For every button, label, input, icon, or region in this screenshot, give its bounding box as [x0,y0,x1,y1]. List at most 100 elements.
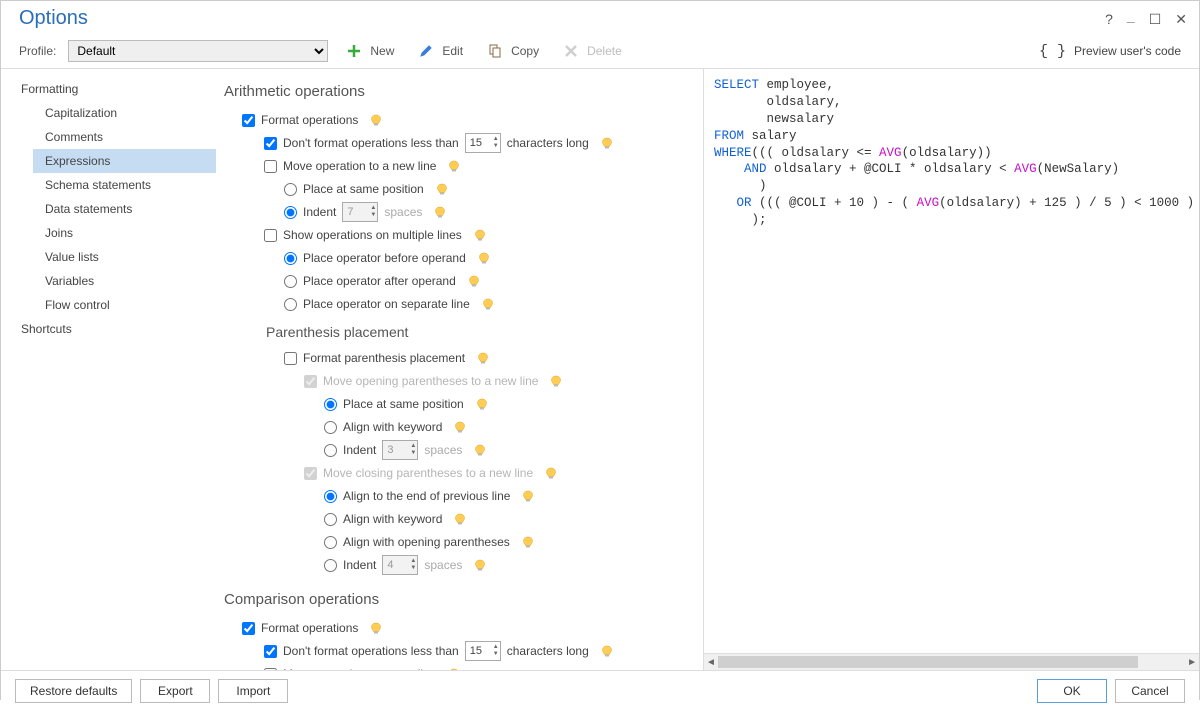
dont-format-checkbox[interactable] [264,137,277,150]
tree-item-schema-statements[interactable]: Schema statements [33,173,216,197]
comp-move-newline-label: Move operation to a new line [283,667,436,670]
ok-button[interactable]: OK [1037,679,1107,703]
bulb-icon[interactable] [454,513,466,525]
comp-dont-format-input[interactable]: 15▲▼ [465,641,501,661]
restore-defaults-button[interactable]: Restore defaults [15,679,132,703]
indent-value-input[interactable]: 7▲▼ [342,202,378,222]
footer: Restore defaults Export Import OK Cancel [1,670,1199,710]
copy-button[interactable]: Copy [481,41,545,61]
delete-button: Delete [557,41,628,61]
p-same-radio[interactable] [324,398,337,411]
c-alignkw-radio[interactable] [324,513,337,526]
bulb-icon[interactable] [550,375,562,387]
p-alignkw-radio[interactable] [324,421,337,434]
op-before-label: Place operator before operand [303,251,466,265]
horizontal-scrollbar[interactable]: ◄ ► [704,653,1199,670]
tree-item-data-statements[interactable]: Data statements [33,197,216,221]
code-preview: SELECT employee, oldsalary, newsalary FR… [704,69,1199,653]
pencil-icon [418,43,434,59]
indent-radio[interactable] [284,206,297,219]
new-button[interactable]: New [340,41,400,61]
bulb-icon[interactable] [476,398,488,410]
format-paren-label: Format parenthesis placement [303,351,465,365]
bulb-icon[interactable] [522,490,534,502]
scroll-left-icon[interactable]: ◄ [706,657,716,668]
op-after-radio[interactable] [284,275,297,288]
c-indent-input[interactable]: 4▲▼ [382,555,418,575]
delete-icon [563,43,579,59]
comp-format-checkbox[interactable] [242,622,255,635]
move-newline-checkbox[interactable] [264,160,277,173]
op-sep-label: Place operator on separate line [303,297,470,311]
dont-format-value-input[interactable]: 15▲▼ [465,133,501,153]
edit-label: Edit [442,44,463,58]
tree-shortcuts[interactable]: Shortcuts [9,317,216,341]
spaces-label: spaces [424,443,462,457]
bulb-icon[interactable] [482,298,494,310]
bulb-icon[interactable] [448,668,460,670]
preview-users-code-button[interactable]: { } Preview user's code [1039,43,1181,60]
delete-label: Delete [587,44,622,58]
bulb-icon[interactable] [474,229,486,241]
titlebar: Options ? _ ☐ ✕ [1,1,1199,30]
p-indent-input[interactable]: 3▲▼ [382,440,418,460]
maximize-icon[interactable]: ☐ [1149,12,1162,26]
bulb-icon[interactable] [478,252,490,264]
show-multi-label: Show operations on multiple lines [283,228,462,242]
c-alignopen-radio[interactable] [324,536,337,549]
p-same-label: Place at same position [343,397,464,411]
comp-dont-format-label: Don't format operations less than [283,644,459,658]
c-indent-radio[interactable] [324,559,337,572]
format-paren-checkbox[interactable] [284,352,297,365]
tree-item-variables[interactable]: Variables [33,269,216,293]
bulb-icon[interactable] [370,114,382,126]
place-same-radio[interactable] [284,183,297,196]
op-before-radio[interactable] [284,252,297,265]
bulb-icon[interactable] [448,160,460,172]
bulb-icon[interactable] [468,275,480,287]
help-icon[interactable]: ? [1105,12,1113,26]
profile-select[interactable]: Default [68,40,328,62]
c-alignend-radio[interactable] [324,490,337,503]
dont-format-label: Don't format operations less than [283,136,459,150]
tree-item-value-lists[interactable]: Value lists [33,245,216,269]
bulb-icon[interactable] [601,137,613,149]
tree-formatting[interactable]: Formatting [9,77,216,101]
section-comparison: Comparison operations [224,591,679,608]
bulb-icon[interactable] [474,444,486,456]
minimize-icon[interactable]: _ [1127,9,1135,23]
move-close-checkbox [304,467,317,480]
move-newline-label: Move operation to a new line [283,159,436,173]
tree-item-comments[interactable]: Comments [33,125,216,149]
bulb-icon[interactable] [545,467,557,479]
close-icon[interactable]: ✕ [1175,12,1187,26]
move-close-label: Move closing parentheses to a new line [323,466,533,480]
comp-move-newline-checkbox[interactable] [264,668,277,671]
tree-item-expressions[interactable]: Expressions [33,149,216,173]
spaces-label: spaces [424,558,462,572]
tree-item-joins[interactable]: Joins [33,221,216,245]
comp-dont-format-checkbox[interactable] [264,645,277,658]
scroll-right-icon[interactable]: ► [1187,657,1197,668]
bulb-icon[interactable] [434,206,446,218]
bulb-icon[interactable] [370,622,382,634]
format-ops-checkbox[interactable] [242,114,255,127]
bulb-icon[interactable] [454,421,466,433]
bulb-icon[interactable] [601,645,613,657]
tree-item-capitalization[interactable]: Capitalization [33,101,216,125]
tree-item-flow-control[interactable]: Flow control [33,293,216,317]
import-button[interactable]: Import [218,679,288,703]
bulb-icon[interactable] [436,183,448,195]
export-button[interactable]: Export [140,679,210,703]
show-multi-checkbox[interactable] [264,229,277,242]
p-alignkw-label: Align with keyword [343,420,442,434]
p-indent-radio[interactable] [324,444,337,457]
op-sep-radio[interactable] [284,298,297,311]
edit-button[interactable]: Edit [412,41,469,61]
bulb-icon[interactable] [522,536,534,548]
preview-label: Preview user's code [1074,44,1181,58]
cancel-button[interactable]: Cancel [1115,679,1185,703]
bulb-icon[interactable] [474,559,486,571]
bulb-icon[interactable] [477,352,489,364]
indent-label: Indent [303,205,336,219]
